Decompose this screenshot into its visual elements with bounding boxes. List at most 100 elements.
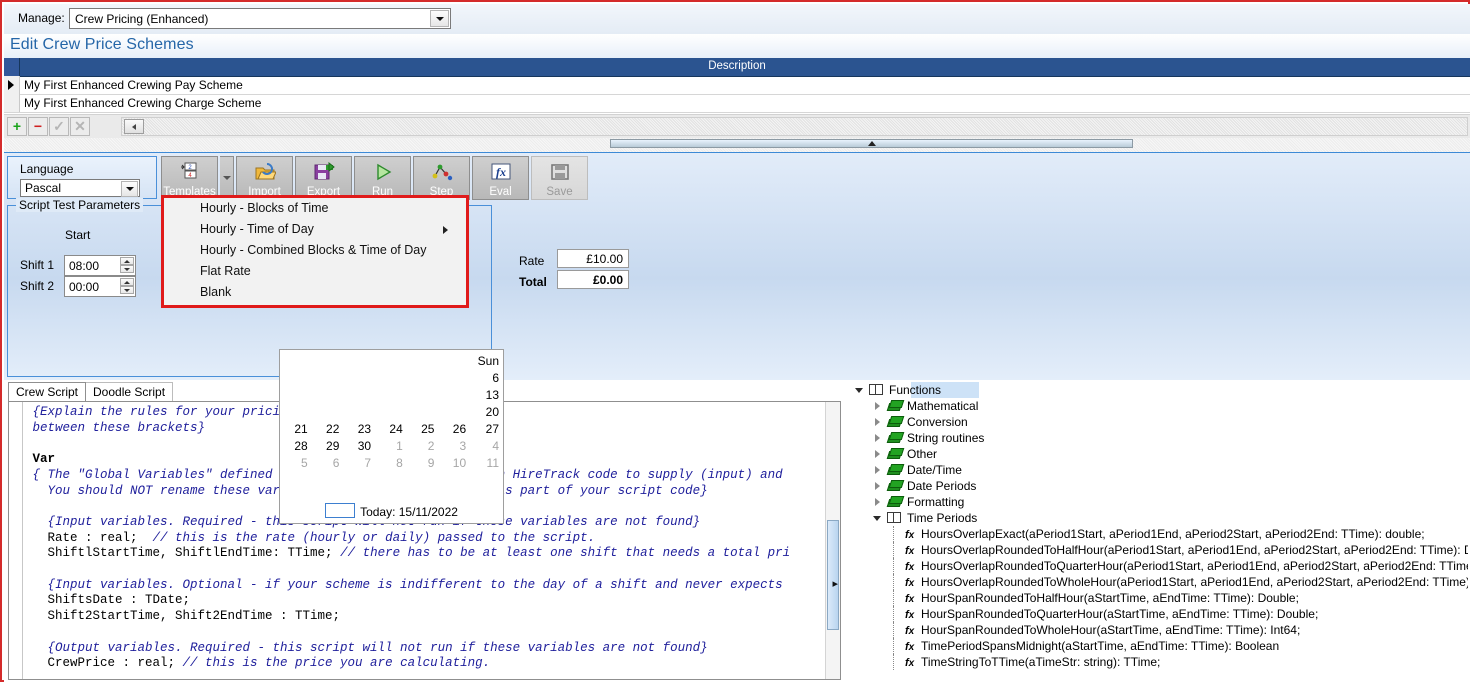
post-record-button[interactable]: ✓ (49, 117, 69, 136)
tree-item-label: TimeStringToTTime(aTimeStr: string): TTi… (921, 655, 1161, 669)
language-combobox[interactable]: Pascal (20, 179, 140, 197)
tree-function-item[interactable]: fx TimePeriodSpansMidnight(aStartTime, aE… (847, 638, 1468, 654)
templates-button[interactable]: 2 4 Templates (161, 156, 218, 200)
menu-item-flat-rate[interactable]: Flat Rate (164, 261, 466, 282)
editor-vertical-scrollbar[interactable] (825, 402, 840, 679)
splitter-handle[interactable] (610, 139, 1133, 148)
chevron-right-icon[interactable] (873, 497, 883, 507)
calendar-day[interactable]: 22 (312, 420, 344, 437)
panel-splitter[interactable] (4, 138, 1470, 152)
calendar-day[interactable]: 24 (375, 420, 407, 437)
shift1-label: Shift 1 (20, 258, 55, 272)
run-button[interactable]: Run (354, 156, 411, 200)
shift1-spin-up[interactable] (120, 257, 134, 265)
calendar-day[interactable]: 2 (407, 437, 439, 454)
tree-function-item[interactable]: fx HourSpanRoundedToHalfHour(aStartTime, … (847, 590, 1468, 606)
calendar-day[interactable]: 20 (470, 403, 503, 420)
calendar-day[interactable]: 3 (438, 437, 470, 454)
calendar-day[interactable]: 6 (312, 454, 344, 471)
import-button[interactable]: Import (236, 156, 293, 200)
add-record-button[interactable]: + (7, 117, 27, 136)
rate-value: £10.00 (586, 252, 623, 266)
chevron-right-icon[interactable] (873, 481, 883, 491)
tree-guide-line (893, 526, 894, 542)
menu-item-blank[interactable]: Blank (164, 282, 466, 303)
tree-function-item[interactable]: fx HourSpanRoundedToQuarterHour(aStartTim… (847, 606, 1468, 622)
calendar-day[interactable]: 26 (438, 420, 470, 437)
cancel-record-button[interactable]: ✕ (70, 117, 90, 136)
shift2-spin-down[interactable] (120, 286, 134, 294)
delete-record-button[interactable]: − (28, 117, 48, 136)
chevron-up-icon (124, 281, 130, 284)
menu-item-hourly-combined[interactable]: Hourly - Combined Blocks & Time of Day (164, 240, 466, 261)
calendar-day[interactable]: 9 (407, 454, 439, 471)
shift2-start-time-input[interactable]: 00:00 (64, 276, 136, 297)
tree-category-string-routines[interactable]: String routines (847, 430, 1468, 446)
chevron-right-icon[interactable] (873, 417, 883, 427)
tree-root-functions[interactable]: Functions (847, 382, 1468, 398)
export-button[interactable]: Export (295, 156, 352, 200)
table-row[interactable]: My First Enhanced Crewing Charge Scheme (4, 94, 1470, 113)
chevron-right-icon[interactable] (873, 465, 883, 475)
editor-scrollbar-thumb[interactable] (827, 520, 839, 630)
table-row[interactable]: My First Enhanced Crewing Pay Scheme (4, 76, 1470, 95)
tree-guide-line (893, 622, 894, 638)
tree-function-item[interactable]: fx HoursOverlapRoundedToQuarterHour(aPeri… (847, 558, 1468, 574)
calendar-day[interactable]: 4 (470, 437, 503, 454)
menu-item-hourly-time-of-day[interactable]: Hourly - Time of Day (164, 219, 466, 240)
calendar-day[interactable]: 8 (375, 454, 407, 471)
eval-button[interactable]: fx Eval (472, 156, 529, 200)
calendar-day[interactable]: 5 (280, 454, 312, 471)
calendar-day[interactable]: 10 (438, 454, 470, 471)
shift1-start-time-input[interactable]: 08:00 (64, 255, 136, 276)
menu-item-hourly-blocks-of-time[interactable]: Hourly - Blocks of Time (164, 198, 466, 219)
tree-category-conversion[interactable]: Conversion (847, 414, 1468, 430)
calendar-day[interactable]: 25 (407, 420, 439, 437)
tree-category-date-periods[interactable]: Date Periods (847, 478, 1468, 494)
tree-category-mathematical[interactable]: Mathematical (847, 398, 1468, 414)
step-button[interactable]: Step (413, 156, 470, 200)
tree-function-item[interactable]: fx HoursOverlapRoundedToHalfHour(aPeriod1… (847, 542, 1468, 558)
calendar-day[interactable]: 6 (470, 369, 503, 386)
calendar-day[interactable]: 13 (470, 386, 503, 403)
tree-function-item[interactable]: fx HourSpanRoundedToWholeHour(aStartTime,… (847, 622, 1468, 638)
tree-function-item[interactable]: fx HoursOverlapRoundedToWholeHour(aPeriod… (847, 574, 1468, 590)
tree-category-time-periods[interactable]: Time Periods (847, 510, 1468, 526)
calendar-day[interactable]: 1 (375, 437, 407, 454)
functions-tree[interactable]: Functions Mathematical Conversion String ro… (847, 382, 1468, 680)
templates-dropdown-arrow-button[interactable] (220, 156, 234, 200)
calendar-day[interactable]: 30 (343, 437, 375, 454)
manage-combobox-dropdown-button[interactable] (430, 10, 449, 27)
calendar-day[interactable]: 28 (280, 437, 312, 454)
language-dropdown-button[interactable] (121, 181, 138, 197)
tree-function-item[interactable]: fx HoursOverlapExact(aPeriod1Start, aPeri… (847, 526, 1468, 542)
tree-category-formatting[interactable]: Formatting (847, 494, 1468, 510)
calendar-day[interactable]: 21 (280, 420, 312, 437)
rate-field[interactable]: £10.00 (557, 249, 629, 268)
tab-crew-script[interactable]: Crew Script (8, 382, 87, 401)
grid-horizontal-scrollbar[interactable] (121, 117, 1468, 136)
calendar-day[interactable]: 29 (312, 437, 344, 454)
chevron-right-icon[interactable] (873, 401, 883, 411)
tree-function-item[interactable]: fx TimeStringToTTime(aTimeStr: string): T… (847, 654, 1468, 670)
tree-item-label: TimePeriodSpansMidnight(aStartTime, aEnd… (921, 639, 1280, 653)
date-picker-calendar[interactable]: Sun 6 13 20 21 22 23 24 25 26 27 28 29 3… (279, 349, 504, 524)
chevron-right-icon[interactable] (873, 433, 883, 443)
calendar-day[interactable]: 27 (470, 420, 503, 437)
manage-combobox[interactable]: Crew Pricing (Enhanced) (69, 8, 451, 29)
shift2-spin-up[interactable] (120, 278, 134, 286)
chevron-down-icon[interactable] (873, 513, 883, 523)
calendar-today-row[interactable]: Today: 15/11/2022 (280, 503, 503, 519)
scrollbar-left-arrow[interactable] (124, 119, 144, 134)
tree-category-other[interactable]: Other (847, 446, 1468, 462)
chevron-right-icon[interactable] (873, 449, 883, 459)
tab-doodle-script[interactable]: Doodle Script (86, 382, 174, 401)
calendar-day[interactable]: 7 (343, 454, 375, 471)
calendar-day[interactable]: 11 (470, 454, 503, 471)
save-button[interactable]: Save (531, 156, 588, 200)
cancel-record-label: ✕ (74, 118, 86, 134)
tree-category-date-time[interactable]: Date/Time (847, 462, 1468, 478)
chevron-down-icon[interactable] (855, 385, 865, 395)
calendar-day[interactable]: 23 (343, 420, 375, 437)
shift1-spin-down[interactable] (120, 265, 134, 273)
